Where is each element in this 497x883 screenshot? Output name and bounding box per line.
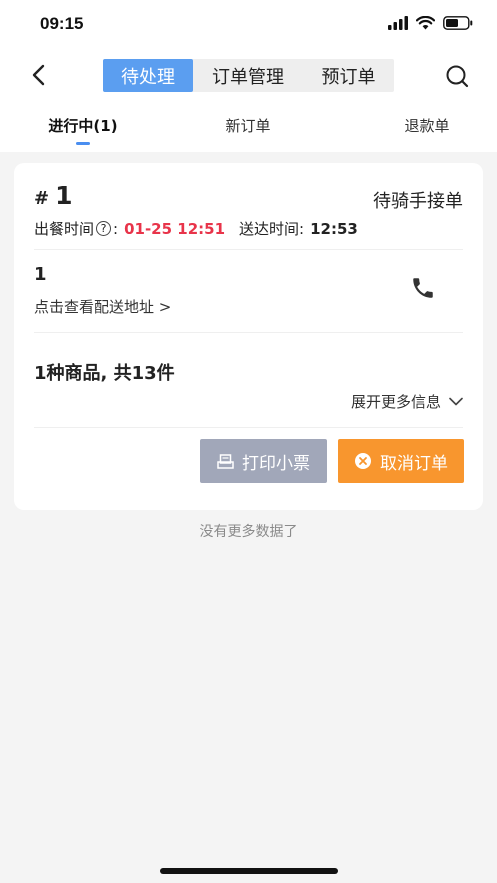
divider bbox=[34, 332, 463, 333]
meal-time-separator: : bbox=[113, 219, 119, 238]
chevron-down-icon bbox=[449, 397, 463, 406]
cancel-order-button[interactable]: 取消订单 bbox=[338, 439, 464, 483]
expand-more-button[interactable]: 展开更多信息 bbox=[351, 391, 463, 412]
wifi-icon bbox=[416, 16, 435, 30]
divider bbox=[34, 427, 463, 428]
tab-new-orders[interactable]: 新订单 bbox=[198, 115, 298, 136]
no-more-data-text: 没有更多数据了 bbox=[199, 524, 298, 540]
divider bbox=[34, 249, 463, 250]
deliver-time-label: 送达时间: bbox=[239, 220, 305, 238]
segment-reservation[interactable]: 预订单 bbox=[303, 59, 394, 92]
order-card[interactable]: # 1 待骑手接单 出餐时间 ? : 01-25 12:51 送达时间: 12:… bbox=[14, 163, 483, 510]
goods-summary: 1种商品, 共13件 bbox=[34, 363, 175, 384]
signal-icon bbox=[388, 16, 408, 30]
tab-in-progress[interactable]: 进行中(1) bbox=[33, 115, 133, 136]
meal-time-value: 01-25 12:51 bbox=[124, 219, 226, 238]
view-address-link[interactable]: 点击查看配送地址 > bbox=[34, 296, 171, 317]
segment-control: 待处理 订单管理 预订单 bbox=[103, 59, 394, 92]
segment-order-management[interactable]: 订单管理 bbox=[193, 59, 303, 92]
order-status: 待骑手接单 bbox=[373, 191, 463, 212]
search-icon[interactable] bbox=[444, 63, 470, 89]
segment-pending[interactable]: 待处理 bbox=[103, 59, 193, 92]
tab-refund-orders[interactable]: 退款单 bbox=[377, 115, 477, 136]
close-circle-icon bbox=[355, 453, 371, 469]
nav-bar: 待处理 订单管理 预订单 bbox=[0, 50, 497, 102]
question-icon[interactable]: ? bbox=[96, 221, 112, 236]
time-row: 出餐时间 ? : 01-25 12:51 送达时间: 12:53 bbox=[34, 218, 358, 239]
customer-name: 1 bbox=[34, 264, 47, 285]
expand-more-label: 展开更多信息 bbox=[350, 393, 441, 411]
tab-indicator bbox=[76, 142, 90, 145]
back-icon[interactable] bbox=[26, 62, 52, 88]
print-receipt-label: 打印小票 bbox=[242, 453, 310, 474]
order-number-value: 1 bbox=[55, 181, 73, 210]
deliver-time-value: 12:53 bbox=[310, 219, 358, 238]
cancel-order-label: 取消订单 bbox=[380, 453, 448, 474]
battery-icon bbox=[443, 16, 473, 30]
phone-icon[interactable] bbox=[410, 275, 436, 301]
order-number: # 1 bbox=[34, 181, 73, 210]
status-time: 09:15 bbox=[40, 14, 84, 33]
order-tabs: 进行中(1) 新订单 退款单 bbox=[0, 102, 497, 152]
printer-icon bbox=[217, 453, 234, 469]
status-icons bbox=[388, 16, 473, 30]
home-indicator[interactable] bbox=[160, 868, 338, 874]
print-receipt-button[interactable]: 打印小票 bbox=[200, 439, 327, 483]
meal-time-label: 出餐时间 bbox=[34, 220, 95, 238]
status-bar: 09:15 bbox=[0, 0, 497, 50]
order-hash: # bbox=[34, 188, 50, 209]
